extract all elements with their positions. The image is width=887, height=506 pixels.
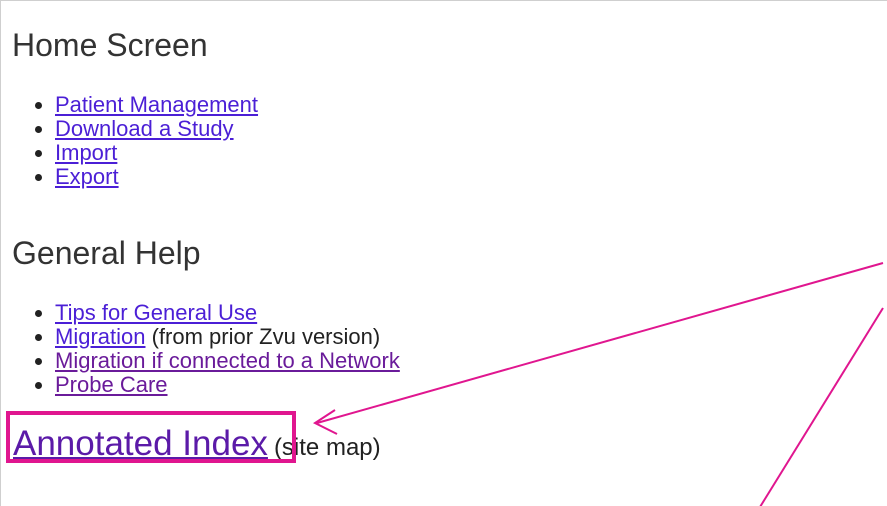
annotation-pointer-line <box>759 307 884 506</box>
migration-link[interactable]: Migration <box>55 324 145 349</box>
general-help-heading: General Help <box>12 235 201 271</box>
tips-general-use-link[interactable]: Tips for General Use <box>55 300 257 325</box>
list-item: Import <box>55 141 258 165</box>
migration-network-link[interactable]: Migration if connected to a Network <box>55 348 400 373</box>
probe-care-link[interactable]: Probe Care <box>55 372 168 397</box>
list-item: Probe Care <box>55 373 400 397</box>
export-link[interactable]: Export <box>55 164 119 189</box>
annotation-highlight-box <box>6 411 296 463</box>
annotation-arrow-line <box>316 262 884 424</box>
link-suffix: (from prior Zvu version) <box>145 324 381 349</box>
download-study-link[interactable]: Download a Study <box>55 116 234 141</box>
list-item: Export <box>55 165 258 189</box>
list-item: Migration (from prior Zvu version) <box>55 325 400 349</box>
patient-management-link[interactable]: Patient Management <box>55 92 258 117</box>
list-item: Download a Study <box>55 117 258 141</box>
list-item: Migration if connected to a Network <box>55 349 400 373</box>
list-item: Patient Management <box>55 93 258 117</box>
help-page: Home Screen Patient Management Download … <box>0 0 887 506</box>
import-link[interactable]: Import <box>55 140 117 165</box>
home-screen-heading: Home Screen <box>12 27 208 63</box>
list-item: Tips for General Use <box>55 301 400 325</box>
general-help-link-list: Tips for General Use Migration (from pri… <box>33 301 400 397</box>
home-screen-link-list: Patient Management Download a Study Impo… <box>33 93 258 189</box>
